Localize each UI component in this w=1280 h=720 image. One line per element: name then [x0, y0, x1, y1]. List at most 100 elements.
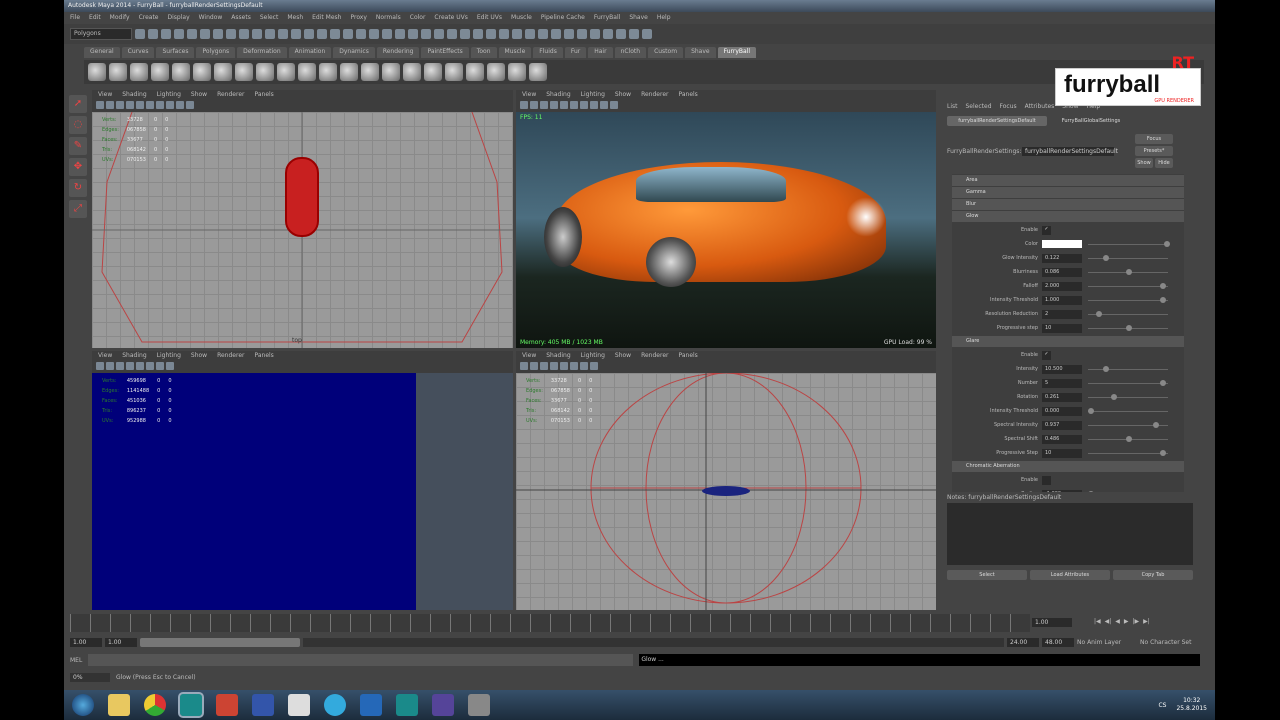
status-tool-icon[interactable] — [304, 29, 314, 39]
menu-select[interactable]: Select — [260, 14, 279, 22]
attr-slider[interactable] — [1088, 435, 1168, 442]
visual-studio-icon[interactable] — [432, 694, 454, 716]
acrobat-icon[interactable] — [216, 694, 238, 716]
status-tool-icon[interactable] — [213, 29, 223, 39]
shelf-tool-icon[interactable] — [151, 63, 169, 81]
language-indicator[interactable]: CS — [1158, 702, 1166, 709]
menu-pipeline-cache[interactable]: Pipeline Cache — [541, 14, 585, 22]
status-tool-icon[interactable] — [395, 29, 405, 39]
viewport-menu-show[interactable]: Show — [615, 91, 631, 99]
section-gamma[interactable]: Gamma — [952, 187, 1184, 198]
status-tool-icon[interactable] — [551, 29, 561, 39]
viewport-menu-lighting[interactable]: Lighting — [157, 352, 181, 360]
go-to-end-icon[interactable]: ▶| — [1143, 618, 1150, 625]
shelf-tab-general[interactable]: General — [84, 47, 120, 58]
enable-checkbox[interactable] — [1042, 475, 1051, 485]
attr-slider[interactable] — [1088, 296, 1168, 303]
shelf-tab-muscle[interactable]: Muscle — [498, 47, 532, 58]
range-slider-handle[interactable] — [140, 637, 300, 647]
clock-date[interactable]: 25.8.2015 — [1176, 705, 1207, 713]
presets-button[interactable]: Presets* — [1135, 146, 1173, 156]
attr-slider[interactable] — [1088, 421, 1168, 428]
copy-tab-button[interactable]: Copy Tab — [1113, 570, 1193, 580]
shelf-tab-painteffects[interactable]: PaintEffects — [421, 47, 469, 58]
attr-slider[interactable] — [1088, 407, 1168, 414]
attr-field[interactable]: 0.086 — [1042, 267, 1082, 277]
shelf-tool-icon[interactable] — [361, 63, 379, 81]
shelf-tab-surfaces[interactable]: Surfaces — [156, 47, 195, 58]
shelf-tool-icon[interactable] — [382, 63, 400, 81]
viewport-menu-view[interactable]: View — [98, 352, 112, 360]
status-tool-icon[interactable] — [603, 29, 613, 39]
menu-edit[interactable]: Edit — [89, 14, 101, 22]
attr-slider[interactable] — [1088, 449, 1168, 456]
status-tool-icon[interactable] — [135, 29, 145, 39]
ae-menu-list[interactable]: List — [947, 103, 958, 110]
status-tool-icon[interactable] — [148, 29, 158, 39]
status-tool-icon[interactable] — [265, 29, 275, 39]
viewport-menu-panels[interactable]: Panels — [678, 91, 697, 99]
attr-field[interactable]: 10 — [1042, 323, 1082, 333]
menu-set-dropdown[interactable]: Polygons — [70, 28, 132, 40]
shelf-tool-icon[interactable] — [445, 63, 463, 81]
shelf-tool-icon[interactable] — [193, 63, 211, 81]
status-tool-icon[interactable] — [499, 29, 509, 39]
attr-slider[interactable] — [1088, 254, 1168, 261]
status-tool-icon[interactable] — [408, 29, 418, 39]
viewport-menu-shading[interactable]: Shading — [546, 91, 570, 99]
color-slider[interactable] — [1088, 240, 1170, 247]
shelf-tab-curves[interactable]: Curves — [121, 47, 155, 58]
shelf-tab-dynamics[interactable]: Dynamics — [333, 47, 375, 58]
viewport-canvas[interactable]: Verts: 459698 0 0 Edges: 1141488 0 0 Faces: 45103… — [92, 373, 513, 610]
section-chroma[interactable]: Chromatic Aberration — [952, 461, 1184, 472]
step-back-icon[interactable]: ◀| — [1105, 618, 1112, 625]
section-area[interactable]: Area — [952, 175, 1184, 186]
unity-icon[interactable] — [288, 694, 310, 716]
ae-tab-render-settings[interactable]: furryballRenderSettingsDefault — [947, 116, 1047, 126]
viewport-menu-show[interactable]: Show — [191, 352, 207, 360]
shelf-tab-shave[interactable]: Shave — [685, 47, 716, 58]
menu-edit-uvs[interactable]: Edit UVs — [477, 14, 502, 22]
status-tool-icon[interactable] — [161, 29, 171, 39]
photoshop-icon[interactable] — [360, 694, 382, 716]
viewport-menu-lighting[interactable]: Lighting — [581, 91, 605, 99]
maya-2-icon[interactable] — [396, 694, 418, 716]
status-tool-icon[interactable] — [538, 29, 548, 39]
viewport-menu-panels[interactable]: Panels — [254, 352, 273, 360]
shelf-tool-icon[interactable] — [256, 63, 274, 81]
viewport-menu-renderer[interactable]: Renderer — [641, 91, 668, 99]
status-tool-icon[interactable] — [278, 29, 288, 39]
select-button[interactable]: Select — [947, 570, 1027, 580]
shelf-tab-fluids[interactable]: Fluids — [533, 47, 563, 58]
move-tool-icon[interactable]: ✥ — [69, 158, 87, 176]
shelf-tool-icon[interactable] — [172, 63, 190, 81]
viewport-menu-show[interactable]: Show — [191, 91, 207, 99]
menu-create-uvs[interactable]: Create UVs — [434, 14, 467, 22]
status-tool-icon[interactable] — [447, 29, 457, 39]
playback-start-field[interactable]: 1.00 — [105, 637, 137, 647]
menu-modify[interactable]: Modify — [110, 14, 130, 22]
attr-field[interactable]: 2.000 — [1042, 281, 1082, 291]
attr-field[interactable]: 5 — [1042, 378, 1082, 388]
shelf-tool-icon[interactable] — [529, 63, 547, 81]
shelf-tab-deformation[interactable]: Deformation — [237, 47, 287, 58]
section-blur[interactable]: Blur — [952, 199, 1184, 210]
status-tool-icon[interactable] — [421, 29, 431, 39]
menu-edit-mesh[interactable]: Edit Mesh — [312, 14, 341, 22]
character-set-dropdown[interactable]: No Character Set — [1140, 639, 1210, 646]
status-tool-icon[interactable] — [187, 29, 197, 39]
menu-muscle[interactable]: Muscle — [511, 14, 532, 22]
ae-tab-global-settings[interactable]: FurryBallGlobalSettings — [1051, 116, 1131, 126]
render-canvas[interactable]: FPS: 11 Memory: 405 MB / 1023 MB GPU Loa… — [516, 112, 936, 348]
status-tool-icon[interactable] — [356, 29, 366, 39]
command-language-label[interactable]: MEL — [70, 657, 82, 664]
attr-slider[interactable] — [1088, 282, 1168, 289]
status-tool-icon[interactable] — [486, 29, 496, 39]
status-tool-icon[interactable] — [434, 29, 444, 39]
attr-slider[interactable] — [1088, 365, 1168, 372]
viewport-front[interactable]: View Shading Lighting Show Renderer Panels Ve… — [516, 351, 936, 610]
status-tool-icon[interactable] — [330, 29, 340, 39]
viewport-canvas[interactable]: Verts: 33728 0 0 Edges: 067858 0 0 Faces: 33677 0 0… — [92, 112, 513, 348]
status-tool-icon[interactable] — [512, 29, 522, 39]
enable-checkbox[interactable]: ✓ — [1042, 350, 1051, 360]
